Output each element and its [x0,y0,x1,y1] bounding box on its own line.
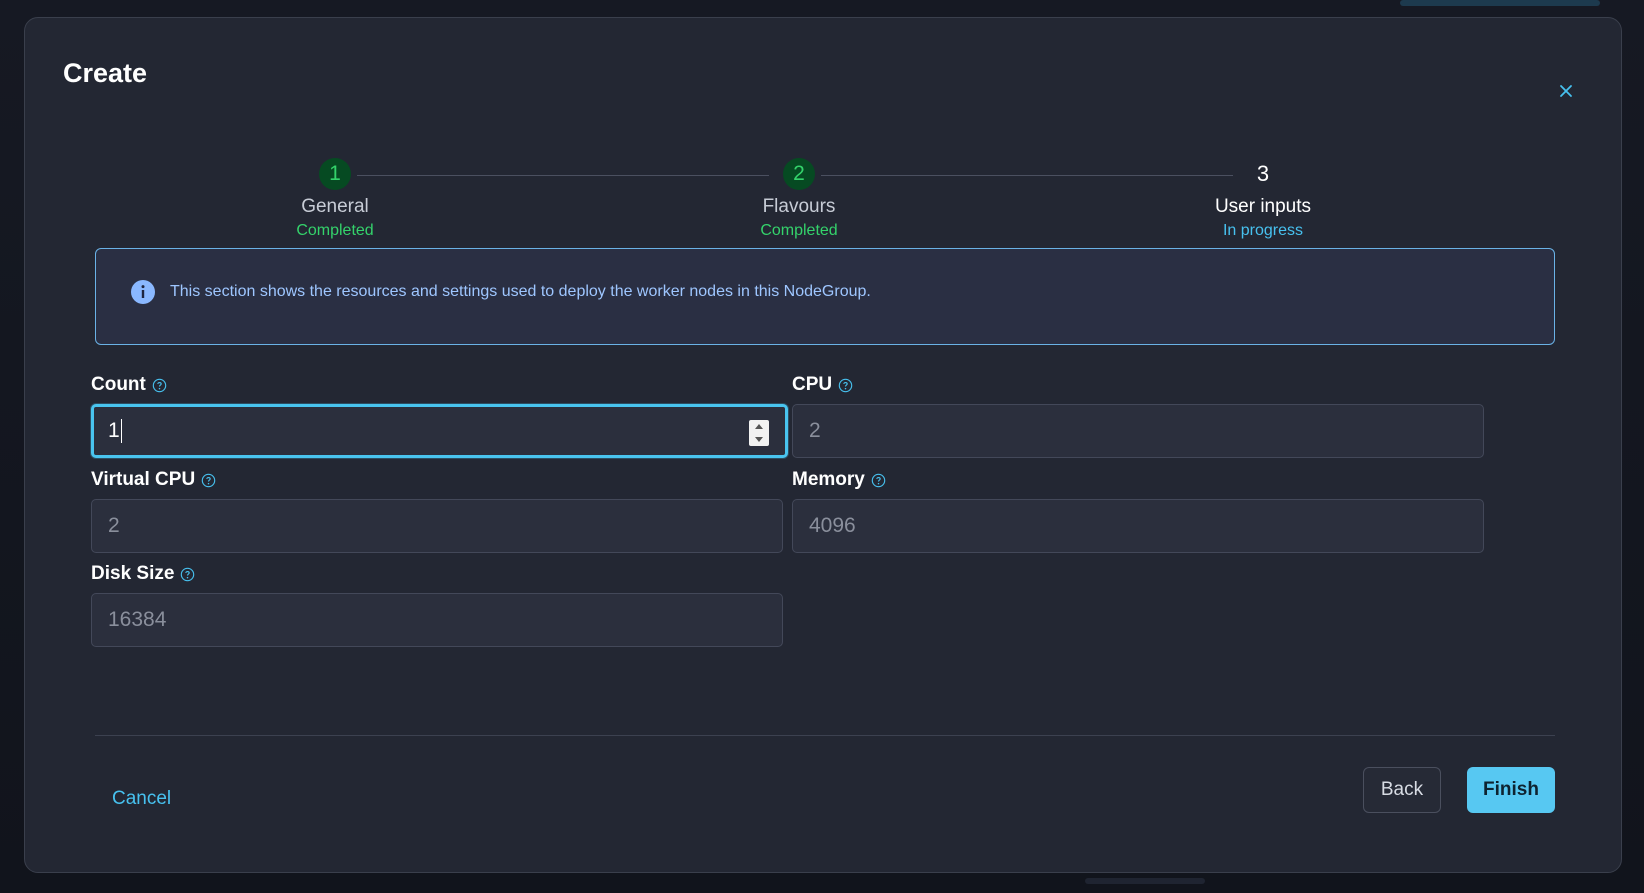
disk-size-label-row: Disk Size [91,561,783,587]
text-caret [120,419,122,443]
memory-field: Memory 4096 [792,467,1484,553]
chevron-up-icon[interactable] [754,423,764,430]
backdrop-text-placeholder [1085,878,1205,884]
step-number: 1 [319,158,351,190]
count-label-row: Count [91,372,788,398]
footer-divider [95,735,1555,736]
dialog-title: Create [63,58,148,88]
step-name: User inputs [1214,196,1312,217]
memory-input[interactable]: 4096 [792,499,1484,553]
cpu-placeholder: 2 [809,419,821,442]
step-general: 1 General Completed [225,158,445,240]
step-status: In progress [1222,222,1304,239]
help-icon[interactable] [180,567,195,582]
step-user-inputs: 3 User inputs In progress [1153,158,1373,240]
info-banner: This section shows the resources and set… [95,248,1555,345]
disk-size-placeholder: 16384 [108,608,167,631]
count-input[interactable]: 1 [91,404,788,458]
virtual-cpu-input[interactable]: 2 [91,499,783,553]
virtual-cpu-placeholder: 2 [108,514,120,537]
disk-size-label: Disk Size [91,563,175,584]
cpu-field: CPU 2 [792,372,1484,458]
count-label: Count [91,374,146,395]
cpu-label: CPU [792,374,833,395]
step-status: Completed [760,222,838,239]
count-field: Count 1 [91,372,788,458]
create-dialog: Create 1 General Completed 2 Flavours Co… [24,17,1622,873]
step-name: Flavours [762,196,836,217]
close-icon [1560,85,1572,97]
count-value: 1 [108,419,120,442]
memory-label-row: Memory [792,467,1484,493]
wizard-stepper: 1 General Completed 2 Flavours Completed… [25,138,1621,248]
info-banner-text: This section shows the resources and set… [170,282,871,300]
disk-size-input[interactable]: 16384 [91,593,783,647]
back-button[interactable]: Back [1363,767,1441,813]
step-status: Completed [296,222,374,239]
cancel-button[interactable]: Cancel [112,788,171,810]
help-icon[interactable] [152,378,167,393]
close-button[interactable] [1553,78,1579,104]
cpu-input[interactable]: 2 [792,404,1484,458]
help-icon[interactable] [201,473,216,488]
memory-label: Memory [792,469,865,490]
virtual-cpu-label: Virtual CPU [91,469,196,490]
step-name: General [301,196,369,217]
count-stepper[interactable] [749,420,769,446]
info-icon [131,279,155,304]
step-number: 2 [783,158,815,190]
memory-placeholder: 4096 [809,514,856,537]
step-number: 3 [1256,161,1270,186]
cpu-label-row: CPU [792,372,1484,398]
help-icon[interactable] [871,473,886,488]
help-icon[interactable] [838,378,853,393]
virtual-cpu-field: Virtual CPU 2 [91,467,783,553]
backdrop-accent-bar [1400,0,1600,6]
finish-button[interactable]: Finish [1467,767,1555,813]
chevron-down-icon[interactable] [754,436,764,443]
virtual-cpu-label-row: Virtual CPU [91,467,783,493]
disk-size-field: Disk Size 16384 [91,561,783,647]
step-flavours: 2 Flavours Completed [689,158,909,240]
